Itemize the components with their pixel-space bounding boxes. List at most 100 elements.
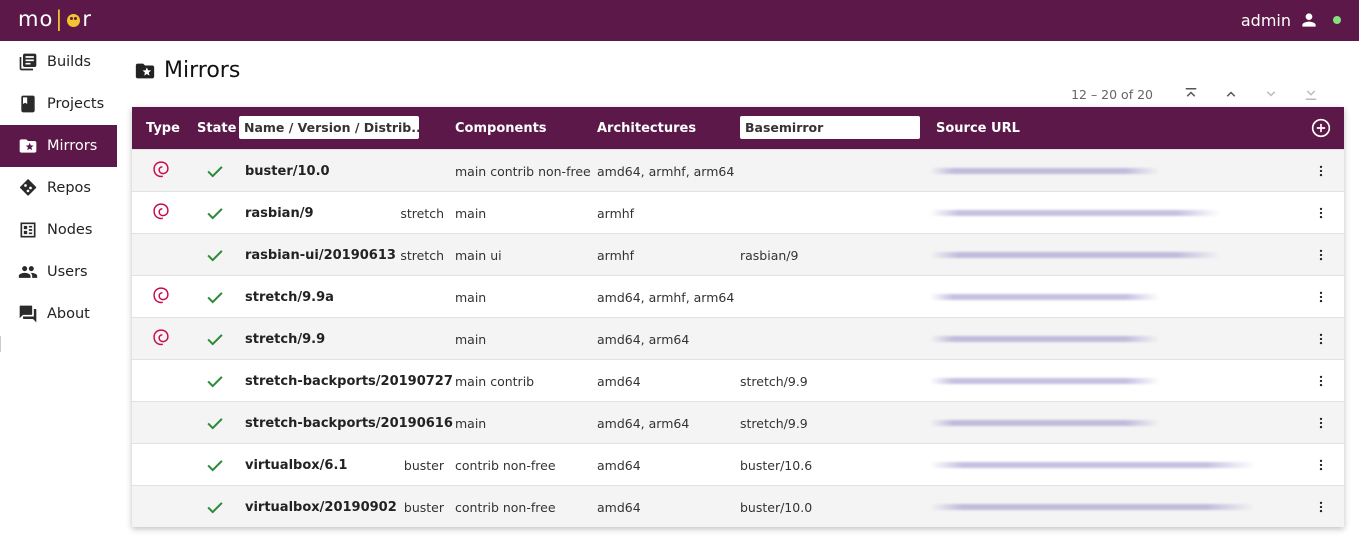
row-menu-button[interactable] [1314,330,1328,348]
last-page-button[interactable] [1291,83,1331,105]
sidebar-item-label: Repos [47,180,91,196]
sidebar-item-label: Builds [47,54,91,70]
mirror-architectures: amd64 [597,457,641,473]
check-icon [207,502,223,514]
user-menu[interactable]: admin [1241,10,1341,30]
source-url-redacted [930,336,1160,342]
mirror-distribution [382,402,444,444]
debian-logo-icon [153,203,169,220]
row-menu-button[interactable] [1314,414,1328,432]
mirror-distribution: buster [403,457,444,473]
more-vertical-icon [1319,291,1323,303]
sidebar-item-about[interactable]: About [0,293,117,335]
mirror-distribution [382,276,444,318]
table-row[interactable]: virtualbox/20190902 buster contrib non-fre… [132,485,1344,527]
table-row[interactable]: rasbian-ui/20190613 stretch main ui armhf ra… [132,233,1344,275]
mirror-components: main [455,205,487,221]
sidebar-item-users[interactable]: Users [0,251,117,293]
sidebar-item-repos[interactable]: Repos [0,167,117,209]
check-icon [207,460,223,472]
source-url-redacted [930,378,1160,384]
table-row[interactable]: stretch-backports/20190616 main amd64, arm… [132,401,1344,443]
debian-logo-icon [153,287,169,304]
mirror-architectures: amd64 [597,499,641,515]
source-url-redacted [930,210,1220,216]
mirror-components: main contrib non-free [455,163,591,179]
app-logo[interactable]: mo | r [18,7,92,31]
row-menu-button[interactable] [1314,204,1328,222]
mirror-components: main [455,415,487,431]
page-title: Mirrors [134,58,240,83]
table-row[interactable]: stretch/9.9 main amd64, arm64 [132,317,1344,359]
mirror-architectures: amd64, arm64 [597,331,690,347]
row-menu-button[interactable] [1314,246,1328,264]
mirrors-icon [19,139,37,153]
mirror-name[interactable]: buster/10.0 [245,150,330,192]
sidebar-item-label: About [47,306,90,322]
mirror-basemirror: buster/10.6 [740,457,813,473]
mirror-distribution [382,318,444,360]
source-url-redacted [930,252,1220,258]
logo-text: mo [18,7,54,31]
mirror-name[interactable]: virtualbox/20190902 [245,486,397,528]
users-icon [18,266,38,278]
mirror-architectures: armhf [597,247,635,263]
chevron-down-icon [1266,91,1276,97]
next-page-button[interactable] [1251,83,1291,105]
row-menu-button[interactable] [1314,498,1328,516]
mirror-name[interactable]: rasbian-ui/20190613 [245,234,396,276]
row-menu-button[interactable] [1314,162,1328,180]
first-page-icon [1185,88,1197,97]
mirror-basemirror: stretch/9.9 [740,373,808,389]
account-icon [1302,13,1316,27]
mirror-distribution: buster [403,499,444,515]
add-mirror-button[interactable] [1311,118,1331,138]
mirror-components: main ui [455,247,502,263]
table-row[interactable]: virtualbox/6.1 buster contrib non-free amd6… [132,443,1344,485]
previous-page-button[interactable] [1211,83,1251,105]
mirror-name[interactable]: virtualbox/6.1 [245,444,347,486]
mirror-name[interactable]: stretch/9.9 [245,318,325,360]
mirror-architectures: amd64, arm64 [597,415,690,431]
mirror-name[interactable]: stretch/9.9a [245,276,334,318]
check-icon [207,292,223,304]
table-row[interactable]: rasbian/9 stretch main armhf [132,191,1344,233]
mirrors-table: Type State Name / Version / Distrib... C… [132,107,1344,527]
row-menu-button[interactable] [1314,288,1328,306]
mirror-architectures: armhf [597,205,635,221]
sidebar-item-label: Projects [47,96,105,112]
mirror-components: main [455,331,487,347]
basemirror-filter-input[interactable]: Basemirror [740,116,920,139]
first-page-button[interactable] [1171,83,1211,105]
sidebar-item-nodes[interactable]: Nodes [0,209,117,251]
state-header[interactable]: State [197,107,236,149]
type-header[interactable]: Type [146,107,180,149]
logo-divider: | [55,7,64,31]
more-vertical-icon [1319,417,1323,429]
mirror-architectures: amd64, armhf, arm64 [597,289,735,305]
row-menu-button[interactable] [1314,456,1328,474]
table-row[interactable]: buster/10.0 main contrib non-free amd64, a… [132,149,1344,191]
row-menu-button[interactable] [1314,372,1328,390]
last-page-icon [1305,90,1317,100]
logo-text-end: r [82,7,93,31]
check-icon [207,208,223,220]
mirror-name[interactable]: rasbian/9 [245,192,314,234]
page-title-text: Mirrors [164,58,241,83]
check-icon [207,376,223,388]
more-vertical-icon [1319,459,1323,471]
source-url-redacted [930,420,1160,426]
mirror-architectures: amd64 [597,373,641,389]
username: admin [1240,10,1291,30]
sidebar-item-mirrors[interactable]: Mirrors [0,125,117,167]
table-row[interactable]: stretch-backports/20190727 main contrib am… [132,359,1344,401]
more-vertical-icon [1319,165,1323,177]
chevron-up-icon [1226,91,1236,97]
pagination-range: 12 – 20 of 20 [1071,86,1153,102]
sidebar-item-projects[interactable]: Projects [0,83,117,125]
table-row[interactable]: stretch/9.9a main amd64, armhf, arm64 [132,275,1344,317]
debian-logo-icon [153,329,169,346]
table-header: Type State Name / Version / Distrib... C… [132,107,1344,149]
name-filter-input[interactable]: Name / Version / Distrib... [239,116,419,139]
sidebar-item-builds[interactable]: Builds [0,41,117,83]
